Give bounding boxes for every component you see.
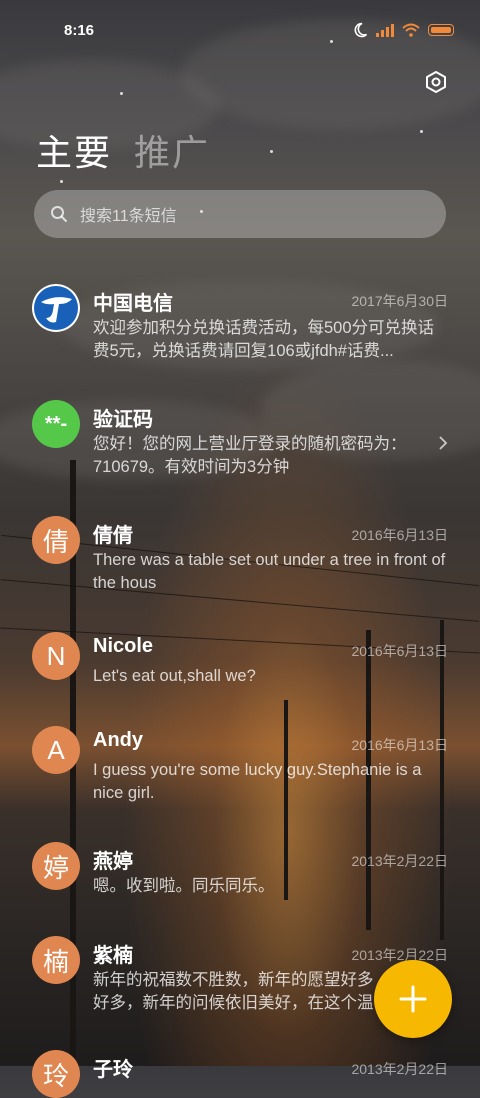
settings-hex-icon[interactable] bbox=[424, 70, 448, 94]
sender-name: Nicole bbox=[93, 635, 154, 657]
status-bar: 8:16 bbox=[0, 0, 480, 62]
message-date: 2016年6月13日 bbox=[351, 737, 448, 753]
status-time: 8:16 bbox=[64, 22, 95, 39]
tab-main[interactable]: 主要 bbox=[36, 124, 112, 176]
search-placeholder: 搜索11条短信 bbox=[80, 208, 177, 225]
message-preview: Let's eat out,shall we? bbox=[93, 667, 256, 685]
moon-icon bbox=[354, 22, 368, 38]
sender-name: 子玲 bbox=[93, 1059, 133, 1081]
status-icons bbox=[352, 22, 454, 38]
search-icon bbox=[51, 206, 67, 222]
plus-icon bbox=[399, 985, 427, 1013]
compose-button[interactable] bbox=[374, 960, 452, 1038]
avatar bbox=[32, 284, 80, 332]
search-input[interactable]: 搜索11条短信 bbox=[34, 190, 446, 238]
sender-name: 倩倩 bbox=[93, 525, 133, 547]
avatar: 婷 bbox=[32, 842, 80, 890]
message-date: 2016年6月13日 bbox=[351, 527, 448, 543]
battery-icon bbox=[428, 24, 454, 36]
avatar: 楠 bbox=[32, 936, 80, 984]
message-preview: I guess you're some lucky guy.Stephanie … bbox=[93, 761, 422, 802]
message-preview: 嗯。收到啦。同乐同乐。 bbox=[93, 877, 275, 895]
avatar: N bbox=[32, 632, 80, 680]
message-preview: 新年的祝福数不胜数，新年的愿望好多好多，新年的问候依旧美好，在这个温馨的... bbox=[93, 971, 374, 1012]
message-preview: There was a table set out under a tree i… bbox=[93, 551, 446, 592]
wifi-icon bbox=[402, 23, 420, 37]
sender-name: 燕婷 bbox=[93, 851, 133, 873]
sender-name: 紫楠 bbox=[93, 945, 133, 967]
china-telecom-logo-icon bbox=[34, 286, 78, 330]
tab-bar: 主要 推广 bbox=[36, 124, 210, 176]
avatar: A bbox=[32, 726, 80, 774]
message-date: 2016年6月13日 bbox=[351, 643, 448, 659]
signal-icon bbox=[376, 23, 394, 37]
sender-name: Andy bbox=[93, 729, 143, 751]
message-preview: 您好！您的网上营业厅登录的随机密码为：710679。有效时间为3分钟 bbox=[93, 435, 407, 476]
avatar: 倩 bbox=[32, 516, 80, 564]
avatar: **- bbox=[32, 400, 80, 448]
sender-name: 中国电信 bbox=[93, 293, 173, 315]
chevron-right-icon[interactable] bbox=[438, 435, 448, 451]
message-preview: 欢迎参加积分兑换话费活动，每500分可兑换话费5元，兑换话费请回复106或jfd… bbox=[93, 319, 435, 360]
sender-name: 验证码 bbox=[93, 409, 153, 431]
avatar: 玲 bbox=[32, 1050, 80, 1098]
message-date: 2017年6月30日 bbox=[351, 293, 448, 309]
message-date: 2013年2月22日 bbox=[351, 1061, 448, 1077]
message-date: 2013年2月22日 bbox=[351, 853, 448, 869]
tab-promotions[interactable]: 推广 bbox=[134, 124, 210, 176]
